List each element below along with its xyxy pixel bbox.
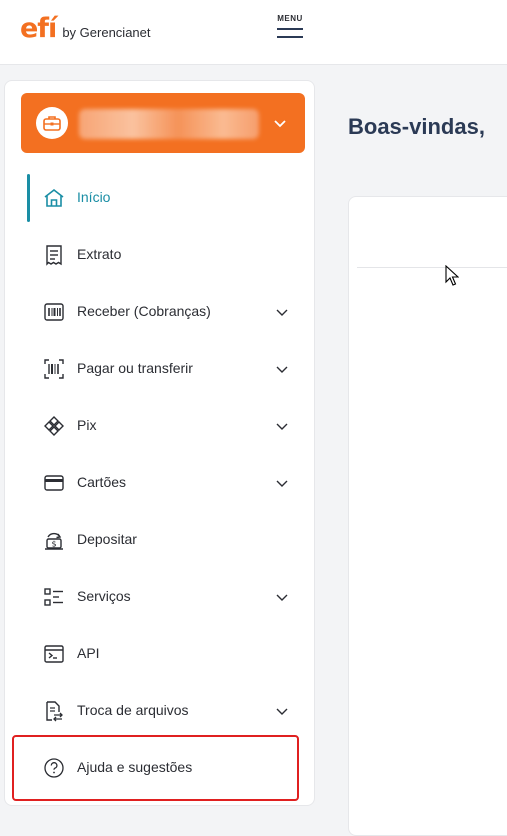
sidebar-item-label: Pix [77, 417, 97, 433]
sidebar-item-label: Início [77, 189, 111, 205]
chevron-down-icon [276, 594, 288, 601]
sidebar-item-label: Ajuda e sugestões [77, 759, 193, 775]
sidebar-item-servicos[interactable]: Serviços [21, 573, 305, 621]
logo-subtitle: by Gerencianet [62, 25, 151, 40]
chevron-down-icon [276, 309, 288, 316]
receipt-icon [46, 245, 62, 266]
sidebar-item-ajuda[interactable]: Ajuda e sugestões [21, 744, 305, 792]
menu-bar-icon [277, 28, 303, 30]
top-bar: efí by Gerencianet MENU [0, 0, 507, 65]
chevron-down-icon [276, 708, 288, 715]
mouse-cursor-icon [445, 265, 459, 286]
sidebar-item-label: API [77, 645, 100, 661]
home-icon [44, 188, 64, 207]
sidebar-item-label: Depositar [77, 531, 137, 547]
sidebar: Início Extrato Receber (Cobranças) Pagar… [4, 80, 315, 806]
briefcase-icon [36, 107, 68, 139]
sidebar-item-label: Extrato [77, 246, 122, 262]
sidebar-item-cartoes[interactable]: Cartões [21, 459, 305, 507]
welcome-heading: Boas-vindas, [348, 114, 485, 139]
sidebar-item-label: Pagar ou transferir [77, 360, 193, 376]
chevron-down-icon [276, 480, 288, 487]
account-name-redacted [79, 109, 259, 139]
barcode-icon [44, 359, 64, 379]
logo-mark: efí [20, 13, 57, 44]
services-icon [44, 588, 63, 606]
file-exchange-icon [46, 701, 63, 722]
sidebar-item-extrato[interactable]: Extrato [21, 231, 305, 279]
efi-logo[interactable]: efí by Gerencianet [20, 12, 151, 44]
card-divider [357, 267, 507, 268]
sidebar-item-label: Cartões [77, 474, 127, 490]
sidebar-item-troca-de-arquivos[interactable]: Troca de arquivos [21, 687, 305, 735]
svg-text:$: $ [51, 540, 56, 549]
chevron-down-icon [276, 366, 288, 373]
sidebar-item-label: Receber (Cobranças) [77, 303, 211, 319]
sidebar-item-depositar[interactable]: $ Depositar [21, 516, 305, 564]
help-icon [44, 758, 64, 778]
sidebar-item-inicio[interactable]: Início [21, 174, 305, 222]
card-icon [44, 475, 64, 491]
menu-button[interactable]: MENU [273, 14, 307, 38]
sidebar-item-pix[interactable]: Pix [21, 402, 305, 450]
menu-label: MENU [277, 14, 303, 23]
account-selector[interactable] [21, 93, 305, 153]
sidebar-item-pagar[interactable]: Pagar ou transferir [21, 345, 305, 393]
chevron-down-icon [276, 423, 288, 430]
active-indicator [27, 174, 30, 222]
sidebar-item-receber[interactable]: Receber (Cobranças) [21, 288, 305, 336]
sidebar-item-label: Serviços [77, 588, 131, 604]
menu-bar-icon [277, 36, 303, 38]
sidebar-item-label: Troca de arquivos [77, 702, 189, 718]
pix-icon [44, 416, 64, 436]
content-card [348, 196, 507, 836]
invoice-icon [44, 303, 64, 321]
chevron-down-icon [274, 120, 286, 128]
sidebar-item-api[interactable]: API [21, 630, 305, 678]
terminal-icon [44, 645, 64, 663]
deposit-icon: $ [45, 532, 63, 550]
